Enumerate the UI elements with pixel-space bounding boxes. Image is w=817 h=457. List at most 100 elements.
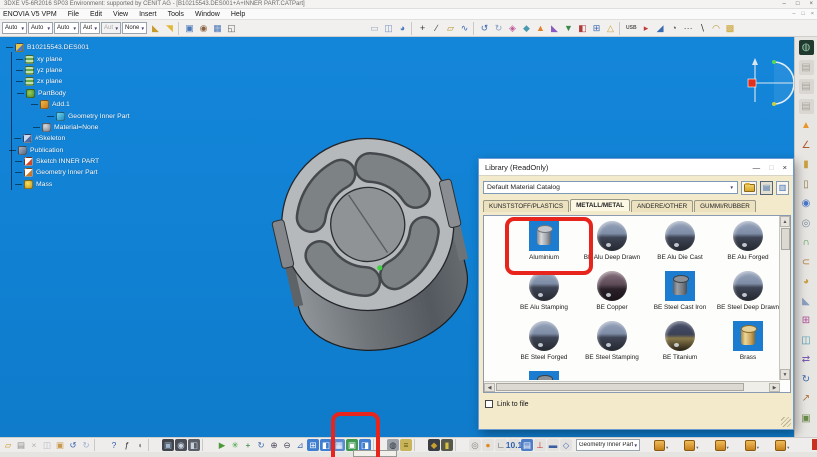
open-icon[interactable]: ▱ [2,439,14,451]
disabled-tool-icon-3[interactable]: ▤ [799,99,814,114]
toolbar-combo[interactable]: Auto ▼ [54,22,79,34]
reframe-icon[interactable]: ◱ [225,22,238,35]
document-minimize-button[interactable]: – [792,11,795,17]
material-item[interactable]: BE Alu Stamping [510,268,578,318]
zoom-in-icon[interactable]: ⊕ [268,439,280,451]
material-thumbnail[interactable] [597,321,627,351]
tile-window-icon[interactable]: ◫ [382,22,395,35]
dialog-title-bar[interactable]: Library (ReadOnly) — □ × [479,159,793,176]
tree-node[interactable]: Publication [4,145,130,156]
material-thumbnail[interactable] [733,271,763,301]
material-thumbnail[interactable] [733,321,763,351]
material-item[interactable]: BE Alu Die Cast [646,218,714,268]
fit-all-icon[interactable]: ✳ [229,439,241,451]
material-catalog-icon[interactable]: ≡ [400,439,412,451]
toolbar-separator[interactable] [411,22,414,35]
paste-icon[interactable]: ▣ [54,439,66,451]
material-thumbnail[interactable] [665,221,695,251]
sketch-tool-icon[interactable]: ◈ [506,22,519,35]
exchange-icon[interactable]: ◇ [560,439,572,451]
prism-tool-icon[interactable]: △ [604,22,617,35]
monitor-icon[interactable]: ▣ [162,439,174,451]
tree-node[interactable]: Mass [4,179,130,190]
horizontal-scrollbar[interactable]: ◀ ▶ [484,381,780,392]
camera-icon[interactable]: ▣ [183,22,196,35]
toolbar-separator[interactable] [148,439,160,451]
scale-icon[interactable]: ↗ [799,391,814,406]
toolbar-separator[interactable] [94,439,106,451]
tree-node[interactable]: PartBody [4,88,130,99]
tree-node[interactable]: yz plane [4,65,130,76]
new-window-icon[interactable]: ▭ [368,22,381,35]
toolbar-separator[interactable] [202,439,214,451]
dialog-close-button[interactable]: × [783,163,787,172]
view-compass[interactable] [746,52,794,114]
menu-item[interactable]: Insert [139,11,157,18]
material-catalog-shortcut-3[interactable]: ▾ [715,440,729,451]
material-item[interactable]: BE Alu Deep Drawn [578,218,646,268]
tree-node[interactable]: zx plane [4,76,130,87]
slot-icon[interactable]: ⊂ [799,255,814,270]
ellipsis-icon[interactable]: ⋯ [682,22,695,35]
zoom-out-icon[interactable]: ⊖ [281,439,293,451]
material-thumbnail[interactable] [597,221,627,251]
menu-item[interactable]: File [68,11,79,18]
chamfer-icon[interactable]: ◣ [799,294,814,309]
wireframe-view-icon[interactable]: ▦ [333,439,345,451]
orange-ball-icon[interactable]: ● [482,439,494,451]
toolbar-combo[interactable]: None ▼ [122,22,147,34]
redo-icon[interactable]: ↻ [492,22,505,35]
formula-icon[interactable]: ƒ [121,439,133,451]
menu-item[interactable]: Help [231,11,245,18]
spline-icon[interactable]: ∿ [458,22,471,35]
translate-icon[interactable]: ⇄ [799,352,814,367]
toolbar-spacer[interactable] [239,22,367,35]
undo-icon[interactable]: ↺ [67,439,79,451]
plane-icon[interactable]: ▱ [444,22,457,35]
material-thumbnail[interactable] [529,321,559,351]
3d-part[interactable] [258,128,478,368]
fly-mode-icon[interactable]: ▶ [216,439,228,451]
vertical-scroll-thumb[interactable] [781,228,790,250]
scroll-right-button[interactable]: ▶ [769,383,780,392]
material-item[interactable]: Aluminium [510,218,578,268]
sketcher-icon[interactable]: ∠ [799,138,814,153]
horizontal-scroll-thumb[interactable] [496,383,744,391]
material-thumbnail[interactable] [733,221,763,251]
material-item[interactable]: BE Steel Stamping [578,318,646,368]
pattern-tool-icon[interactable]: ⊞ [590,22,603,35]
toolbar-separator[interactable] [619,22,622,35]
material-item[interactable]: BE Copper [578,268,646,318]
material-item[interactable]: Brass [714,318,780,368]
dialog-resize-grip[interactable] [781,417,791,427]
thickness-icon[interactable]: ▣ [799,411,814,426]
wireframe-tool-icon[interactable]: ◣ [548,22,561,35]
material-thumbnail[interactable] [529,271,559,301]
catalog-tab[interactable]: GUMMI/RUBBER [694,200,756,212]
document-restore-button[interactable]: □ [801,11,804,17]
tree-node[interactable]: Geometry Inner Part [4,167,130,178]
toolbar-combo[interactable]: Aut ▼ [80,22,100,34]
tree-node[interactable]: B10215543.DES001 [4,42,130,53]
undo-icon[interactable]: ↺ [478,22,491,35]
point-icon[interactable]: + [416,22,429,35]
toolbar-separator[interactable] [473,22,476,35]
material-item[interactable]: BE Steel Forged [510,318,578,368]
iso-view-icon[interactable]: ◧ [320,439,332,451]
help-icon[interactable]: ? [108,439,120,451]
chat-icon[interactable]: ◖ [134,439,146,451]
tree-node[interactable]: #Skeleton [4,133,130,144]
line-icon[interactable]: ∕ [430,22,443,35]
grid-icon[interactable]: ▦ [211,22,224,35]
toolbar-separator[interactable] [455,439,467,451]
battery-icon[interactable]: ▮ [441,439,453,451]
tree-node[interactable]: Material=None [4,122,130,133]
scroll-left-button[interactable]: ◀ [484,383,495,392]
link-manager-icon[interactable]: ◎ [469,439,481,451]
workbench-icon[interactable]: ◍ [799,40,814,55]
link-to-file-checkbox[interactable] [485,400,493,408]
render-style-icon[interactable]: ◧ [188,439,200,451]
material-catalog-shortcut-2[interactable]: ▾ [684,440,698,451]
material-painter-icon[interactable]: ◥ [163,22,176,35]
shaft-icon[interactable]: ◉ [799,196,814,211]
